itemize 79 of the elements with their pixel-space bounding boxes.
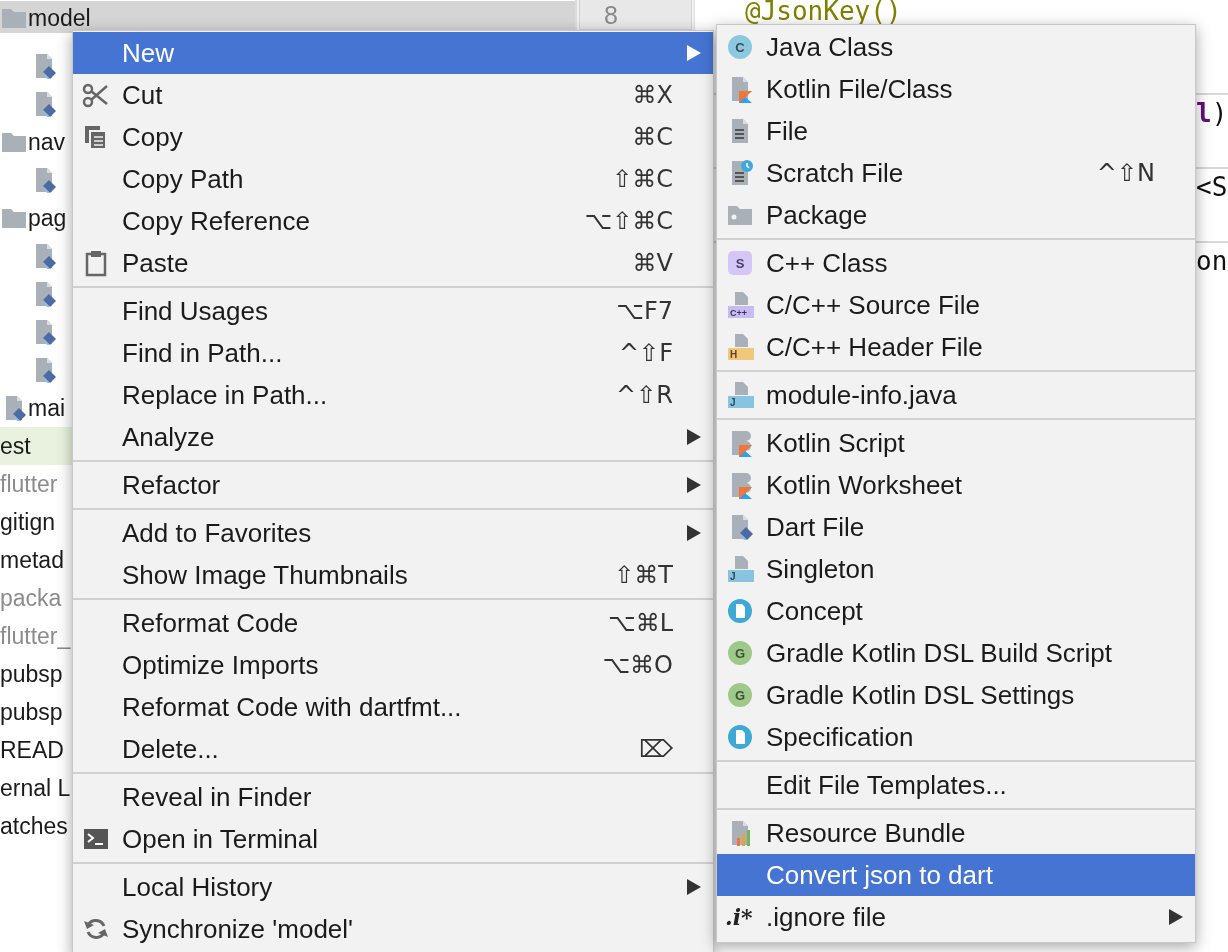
shortcut-text: ^⇧F <box>618 339 673 367</box>
tree-item-label[interactable]: gitign <box>0 508 55 536</box>
gradle-icon: G <box>726 681 754 709</box>
menu-item[interactable]: Replace in Path... ^⇧R <box>73 374 713 416</box>
menu-item[interactable]: Delete... ⌦ <box>73 728 713 770</box>
menu-item[interactable]: Concept <box>717 590 1195 632</box>
menu-item[interactable]: Copy Reference ⌥⇧⌘C <box>73 200 713 242</box>
menu-item[interactable]: Open in Terminal <box>73 818 713 860</box>
scissors-icon <box>82 81 110 109</box>
menu-item[interactable]: Cut ⌘X <box>73 74 713 116</box>
class-icon: S <box>726 249 754 277</box>
shortcut-text: ⌦ <box>639 735 673 763</box>
menu-item[interactable]: Scratch File ^⇧N <box>717 152 1195 194</box>
menu-item[interactable]: C++ C/C++ Source File <box>717 284 1195 326</box>
menu-item[interactable]: Dart File <box>717 506 1195 548</box>
shortcut-text: ^⇧N <box>1096 159 1155 187</box>
shortcut-text: ⇧⌘T <box>614 561 673 589</box>
tree-item-label[interactable]: atches <box>0 812 68 840</box>
ignore-file-icon: .i* <box>725 902 755 932</box>
menu-item[interactable]: Edit File Templates... <box>717 764 1195 806</box>
menu-item[interactable]: S C++ Class <box>717 242 1195 284</box>
menu-item[interactable]: New <box>73 32 713 74</box>
specification-icon <box>726 597 754 625</box>
menu-item[interactable]: Reformat Code ⌥⌘L <box>73 602 713 644</box>
tree-item-label[interactable]: est <box>0 432 31 460</box>
menu-item[interactable]: Find Usages ⌥F7 <box>73 290 713 332</box>
menu-item[interactable]: Convert json to dart <box>717 854 1195 896</box>
menu-item[interactable]: Find in Path... ^⇧F <box>73 332 713 374</box>
code-line: <S <box>1196 172 1228 202</box>
specification-icon <box>726 723 754 751</box>
code-line: l) <box>1196 98 1228 128</box>
tree-item-label[interactable]: metad <box>0 546 64 574</box>
shortcut-text: ⌘V <box>632 249 673 277</box>
menu-item[interactable]: File <box>717 110 1195 152</box>
menu-item[interactable]: .i* .ignore file <box>717 896 1195 938</box>
menu-item[interactable]: Copy Path ⇧⌘C <box>73 158 713 200</box>
menu-item[interactable]: J module-info.java <box>717 374 1195 416</box>
menu-item[interactable]: Show Image Thumbnails ⇧⌘T <box>73 554 713 596</box>
tree-item-label[interactable]: ernal L <box>0 774 71 802</box>
shortcut-text: ⌘C <box>632 123 673 151</box>
code-line: @JsonKey() <box>745 0 902 26</box>
menu-item[interactable]: Local History <box>73 866 713 908</box>
code-line: on <box>1196 246 1228 276</box>
menu-item[interactable]: Specification <box>717 716 1195 758</box>
shortcut-text: ^⇧R <box>616 381 673 409</box>
shortcut-text: ⌥⌘L <box>607 609 673 637</box>
menu-item[interactable]: G Gradle Kotlin DSL Settings <box>717 674 1195 716</box>
tree-item-label[interactable]: nav <box>28 128 66 156</box>
tree-item-label[interactable]: pag <box>28 204 67 232</box>
tree-item-label[interactable]: pubsp <box>0 698 63 726</box>
menu-item[interactable]: Refactor <box>73 464 713 506</box>
menu-item[interactable]: Add to Favorites <box>73 512 713 554</box>
menu-item[interactable]: G Gradle Kotlin DSL Build Script <box>717 632 1195 674</box>
menu-item[interactable]: Optimize Imports ⌥⌘O <box>73 644 713 686</box>
gradle-icon: G <box>726 639 754 667</box>
menu-item[interactable]: Kotlin File/Class <box>717 68 1195 110</box>
menu-item[interactable]: Package <box>717 194 1195 236</box>
shortcut-text: ⌥⇧⌘C <box>584 207 673 235</box>
menu-item[interactable]: Reformat Code with dartfmt... <box>73 686 713 728</box>
tree-item-label[interactable]: pubsp <box>0 660 63 688</box>
menu-item[interactable]: Paste ⌘V <box>73 242 713 284</box>
shortcut-text: ⌥⌘O <box>602 651 673 679</box>
menu-item[interactable]: Kotlin Worksheet <box>717 464 1195 506</box>
shortcut-text: ⇧⌘C <box>612 165 673 193</box>
tree-item-label[interactable]: READ <box>0 736 64 764</box>
menu-item[interactable]: C Java Class <box>717 26 1195 68</box>
menu-item[interactable]: Reveal in Finder <box>73 776 713 818</box>
menu-item[interactable]: Kotlin Script <box>717 422 1195 464</box>
menu-item[interactable]: Analyze <box>73 416 713 458</box>
shortcut-text: ⌘X <box>632 81 673 109</box>
menu-item[interactable]: H C/C++ Header File <box>717 326 1195 368</box>
tree-item-label[interactable]: model <box>28 5 91 32</box>
line-number: 8 <box>579 0 692 30</box>
menu-item[interactable]: Copy ⌘C <box>73 116 713 158</box>
shortcut-text: ⌥F7 <box>616 297 673 325</box>
tree-item-label[interactable]: mai <box>28 394 66 422</box>
class-icon: C <box>726 33 754 61</box>
menu-item[interactable]: Synchronize 'model' <box>73 908 713 950</box>
menu-item[interactable]: J Singleton <box>717 548 1195 590</box>
